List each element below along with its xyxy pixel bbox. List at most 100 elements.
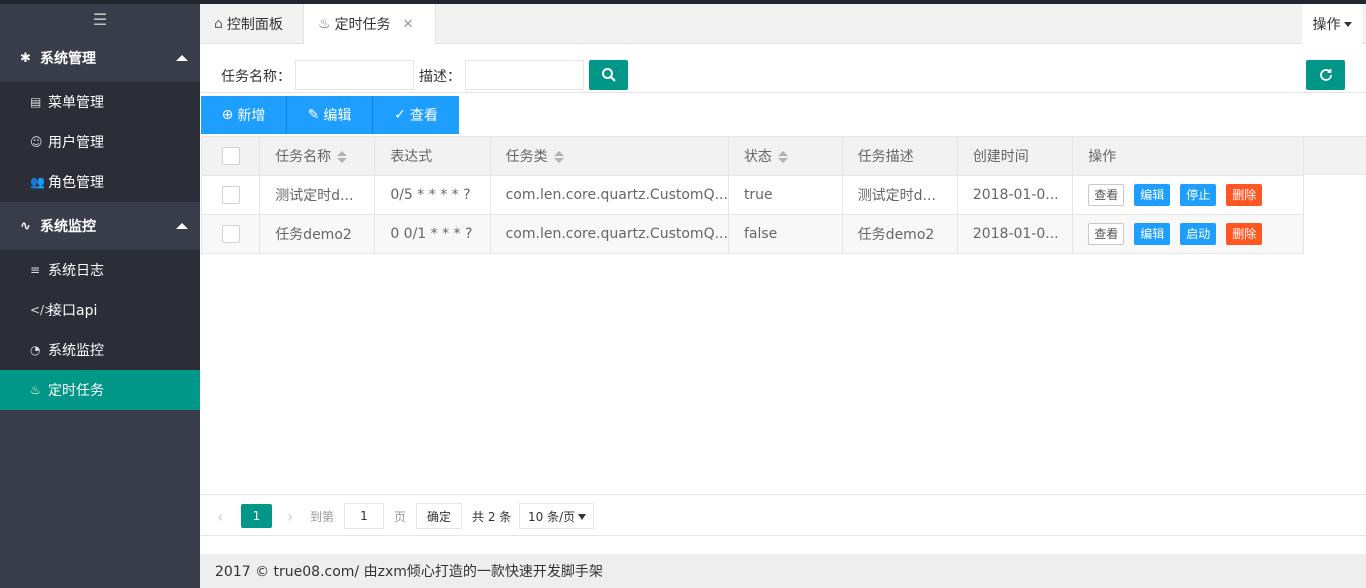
checkbox[interactable] — [222, 186, 240, 204]
footer-text: 2017 © true08.com/ 由zxm倾心打造的一款快速开发脚手架 — [215, 564, 603, 580]
header-created-time: 创建时间 — [956, 136, 1074, 176]
row-select[interactable] — [200, 214, 261, 254]
row-edit-button[interactable]: 编辑 — [1134, 184, 1171, 206]
cell-actions: 查看 编辑 停止 删除 — [1072, 175, 1304, 215]
sidebar-item-user-management[interactable]: ☺ 用户管理 — [0, 122, 200, 162]
checkbox[interactable] — [222, 225, 240, 243]
header-task-class[interactable]: 任务类 — [489, 136, 729, 176]
add-label: 新增 — [237, 108, 266, 124]
pulse-icon: ∿ — [20, 218, 31, 234]
cell-description: 任务demo2 — [841, 214, 958, 254]
gear-icon: ✱ — [20, 50, 31, 66]
row-stop-button[interactable]: 停止 — [1180, 184, 1217, 206]
row-delete-button[interactable]: 删除 — [1226, 184, 1263, 206]
chevron-left-icon[interactable]: ‹ — [217, 504, 223, 528]
description-label: 描述： — [419, 69, 461, 85]
sidebar-item-system-log[interactable]: ≡ 系统日志 — [0, 250, 200, 290]
sort-icon[interactable] — [777, 151, 788, 163]
sidebar-item-label: 定时任务 — [48, 383, 104, 399]
header-select-all[interactable] — [200, 136, 261, 176]
search-form: 任务名称： 描述： — [200, 44, 1366, 93]
table-header-filler — [1304, 136, 1366, 175]
search-icon — [601, 68, 616, 82]
header-actions: 操作 — [1072, 136, 1304, 176]
sidebar-item-label: 用户管理 — [48, 135, 104, 151]
goto-page-input[interactable]: 1 — [344, 503, 384, 529]
cell-task-class: com.len.core.quartz.CustomQ... — [489, 175, 729, 215]
goto-label: 到第 — [310, 509, 335, 524]
operations-dropdown[interactable]: 操作 — [1302, 4, 1362, 44]
cell-actions: 查看 编辑 启动 删除 — [1072, 214, 1304, 254]
cell-task-name: 测试定时d... — [259, 175, 376, 215]
sidebar-group-system-management[interactable]: ✱ 系统管理 — [0, 34, 200, 82]
row-view-button[interactable]: 查看 — [1088, 184, 1125, 206]
edit-button[interactable]: ✎ 编辑 — [287, 96, 373, 134]
edit-label: 编辑 — [323, 108, 352, 124]
footer: 2017 © true08.com/ 由zxm倾心打造的一款快速开发脚手架 — [200, 554, 1366, 588]
sidebar-group-system-monitor[interactable]: ∿ 系统监控 — [0, 202, 200, 250]
row-edit-button[interactable]: 编辑 — [1134, 223, 1171, 245]
sidebar: ☰ ✱ 系统管理 ▤ 菜单管理 ☺ 用户管理 👥 角色管理 ∿ 系统监控 ≡ 系… — [0, 4, 200, 588]
header-task-name[interactable]: 任务名称 — [259, 136, 376, 176]
fire-icon: ♨ — [318, 16, 331, 32]
caret-down-icon — [1343, 21, 1352, 27]
home-icon: ⌂ — [214, 16, 223, 32]
sidebar-item-label: 菜单管理 — [48, 95, 104, 111]
pencil-icon: ✎ — [307, 107, 320, 123]
close-icon[interactable]: ✕ — [403, 17, 414, 32]
page-current[interactable]: 1 — [241, 504, 272, 528]
tab-label: 控制面板 — [226, 17, 283, 33]
row-view-button[interactable]: 查看 — [1088, 223, 1125, 245]
cell-task-name: 任务demo2 — [259, 214, 376, 254]
check-icon: ✓ — [394, 107, 406, 123]
chevron-right-icon[interactable]: › — [287, 504, 293, 528]
sort-icon[interactable] — [337, 151, 348, 163]
confirm-button[interactable]: 确定 — [416, 503, 462, 529]
add-button[interactable]: ⊕ 新增 — [201, 96, 287, 134]
pagination: ‹ 1 › 到第 1 页 确定 共 2 条 10 条/页 — [201, 494, 1366, 536]
sort-icon[interactable] — [553, 151, 564, 163]
table-header-row: 任务名称 表达式 任务类 状态 任务描述 创建时间 操作 — [200, 136, 1304, 176]
header-status[interactable]: 状态 — [727, 136, 843, 176]
description-input[interactable] — [465, 60, 584, 90]
plus-circle-icon: ⊕ — [221, 107, 234, 123]
view-button[interactable]: ✓ 查看 — [373, 96, 459, 134]
sidebar-group-label: 系统监控 — [40, 219, 96, 235]
fire-icon: ♨ — [30, 383, 41, 397]
sidebar-item-role-management[interactable]: 👥 角色管理 — [0, 162, 200, 202]
tab-scheduled-tasks[interactable]: ♨ 定时任务 ✕ — [304, 4, 436, 44]
chevron-up-icon — [176, 55, 188, 61]
checkbox[interactable] — [222, 147, 240, 165]
sidebar-item-scheduled-tasks[interactable]: ♨ 定时任务 — [0, 370, 200, 410]
row-delete-button[interactable]: 删除 — [1226, 223, 1263, 245]
search-button[interactable] — [589, 60, 628, 90]
cell-description: 测试定时d... — [841, 175, 958, 215]
cell-expression: 0 0/1 * * * ? — [374, 214, 491, 254]
row-start-button[interactable]: 启动 — [1180, 223, 1217, 245]
menu-toggle-icon[interactable]: ☰ — [0, 4, 200, 34]
refresh-button[interactable] — [1306, 60, 1345, 90]
sidebar-item-menu-management[interactable]: ▤ 菜单管理 — [0, 82, 200, 122]
cell-status: false — [727, 214, 843, 254]
tab-label: 定时任务 — [334, 17, 391, 33]
sidebar-item-api[interactable]: </> 接口api — [0, 290, 200, 330]
header-description: 任务描述 — [841, 136, 958, 176]
row-select[interactable] — [200, 175, 261, 215]
caret-down-icon — [578, 514, 586, 520]
code-icon: </> — [30, 303, 55, 317]
users-icon: 👥 — [30, 175, 45, 189]
cell-task-class: com.len.core.quartz.CustomQ... — [489, 214, 729, 254]
table-row: 测试定时d... 0/5 * * * * ? com.len.core.quar… — [200, 175, 1304, 215]
total-count: 共 2 条 — [472, 509, 512, 524]
header-expression: 表达式 — [374, 136, 491, 176]
sidebar-item-system-monitor[interactable]: ◔ 系统监控 — [0, 330, 200, 370]
task-name-input[interactable] — [295, 60, 414, 90]
sidebar-item-label: 系统监控 — [48, 343, 104, 359]
cell-created-time: 2018-01-0... — [956, 214, 1074, 254]
smiley-icon: ☺ — [30, 135, 43, 149]
tab-dashboard[interactable]: ⌂ 控制面板 — [200, 4, 304, 44]
chevron-up-icon — [176, 223, 188, 229]
page-unit-label: 页 — [394, 509, 407, 524]
page-size-select[interactable]: 10 条/页 — [519, 503, 594, 529]
cell-expression: 0/5 * * * * ? — [374, 175, 491, 215]
